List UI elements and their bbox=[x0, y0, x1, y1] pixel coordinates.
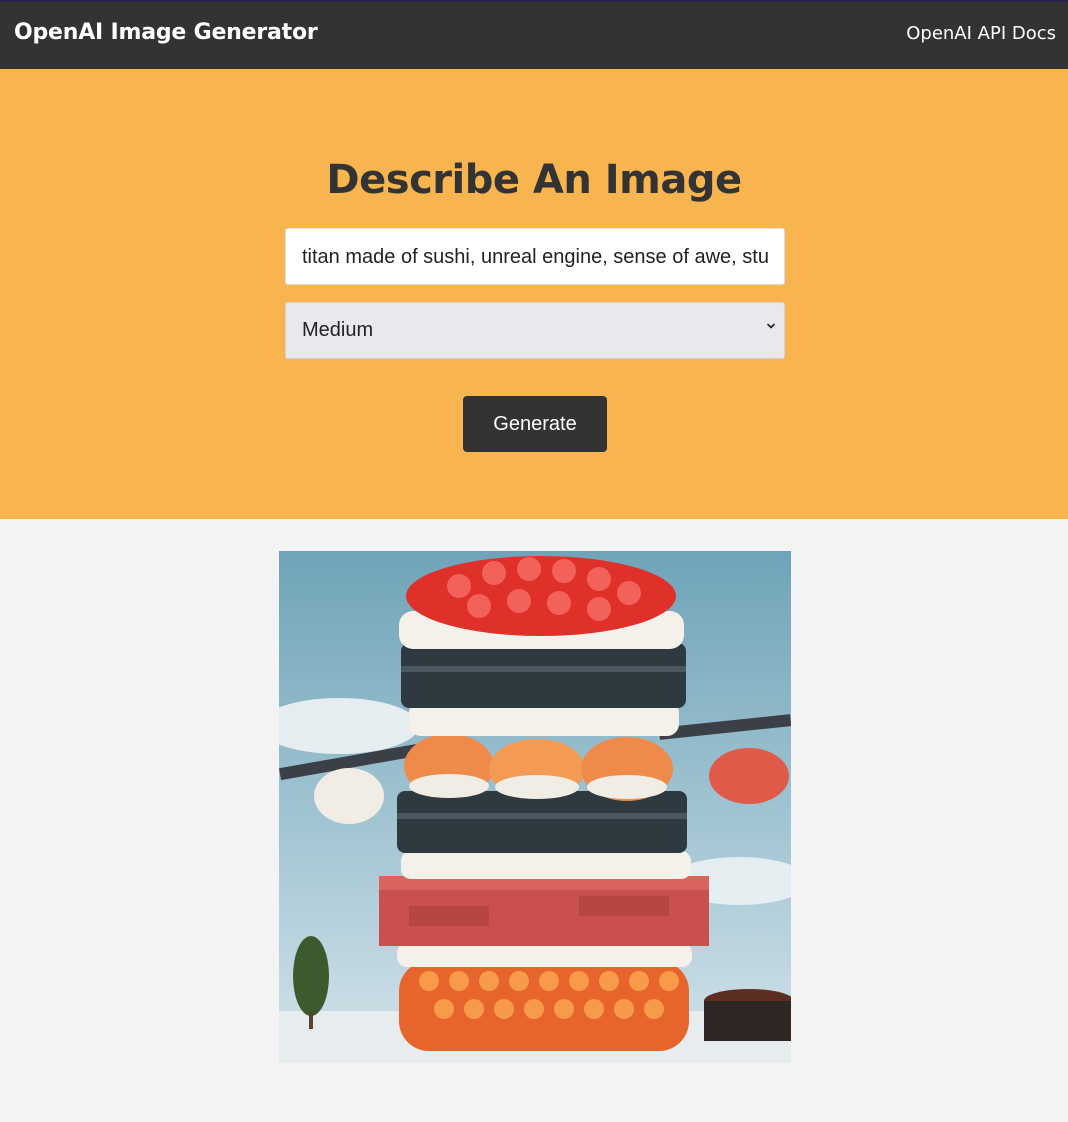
brand-title[interactable]: OpenAI Image Generator bbox=[14, 20, 318, 45]
navbar: OpenAI Image Generator OpenAI API Docs bbox=[0, 0, 1068, 69]
chevron-down-icon bbox=[767, 323, 775, 329]
size-select-value: Medium bbox=[302, 319, 374, 341]
sushi-titan-image bbox=[279, 551, 791, 1063]
page-title: Describe An Image bbox=[326, 157, 742, 203]
generate-button[interactable]: Generate bbox=[463, 396, 607, 452]
generated-image bbox=[279, 551, 791, 1063]
prompt-section: Describe An Image titan made of sushi, u… bbox=[0, 69, 1068, 519]
prompt-input[interactable]: titan made of sushi, unreal engine, sens… bbox=[285, 228, 785, 285]
size-select[interactable]: Medium bbox=[285, 302, 785, 359]
api-docs-link[interactable]: OpenAI API Docs bbox=[906, 23, 1056, 44]
